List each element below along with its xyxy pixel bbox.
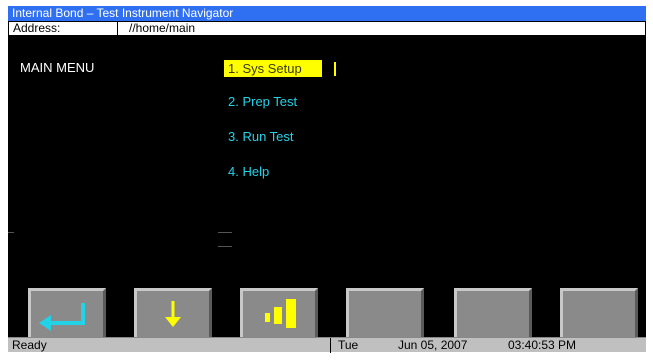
address-value[interactable]: //home/main <box>129 22 195 35</box>
window-title: Internal Bond – Test Instrument Navigato… <box>12 6 234 20</box>
status-date: Jun 05, 2007 <box>398 338 468 352</box>
status-bar: Ready Tue Jun 05, 2007 03:40:53 PM <box>8 337 646 353</box>
text-cursor <box>334 62 336 76</box>
divider-mark <box>8 232 14 233</box>
function-key-down[interactable] <box>134 288 212 340</box>
enter-arrow-icon <box>39 303 85 331</box>
function-key-blank-4[interactable] <box>346 288 424 340</box>
function-key-blank-6[interactable] <box>560 288 638 340</box>
divider-mark <box>218 232 232 233</box>
divider-mark <box>218 246 232 247</box>
address-divider <box>117 22 118 35</box>
down-arrow-icon <box>165 301 181 327</box>
status-time: 03:40:53 PM <box>508 338 577 352</box>
address-label: Address: <box>13 21 61 35</box>
address-bar[interactable]: Address: //home/main <box>8 21 646 36</box>
function-key-enter[interactable] <box>28 288 106 340</box>
status-divider <box>330 338 331 353</box>
function-key-graph[interactable] <box>240 288 318 340</box>
menu-item-run-test[interactable]: 3. Run Test <box>224 128 298 145</box>
main-screen: MAIN MENU 1. Sys Setup 2. Prep Test 3. R… <box>8 36 646 340</box>
status-day: Tue <box>338 338 359 352</box>
bar-graph-icon <box>265 299 296 328</box>
status-text: Ready <box>12 338 47 352</box>
menu-item-help[interactable]: 4. Help <box>224 163 273 180</box>
window-title-bar: Internal Bond – Test Instrument Navigato… <box>8 6 646 21</box>
menu-item-sys-setup[interactable]: 1. Sys Setup <box>224 60 322 77</box>
menu-item-prep-test[interactable]: 2. Prep Test <box>224 93 301 110</box>
function-key-blank-5[interactable] <box>454 288 532 340</box>
main-menu-title: MAIN MENU <box>20 60 95 75</box>
